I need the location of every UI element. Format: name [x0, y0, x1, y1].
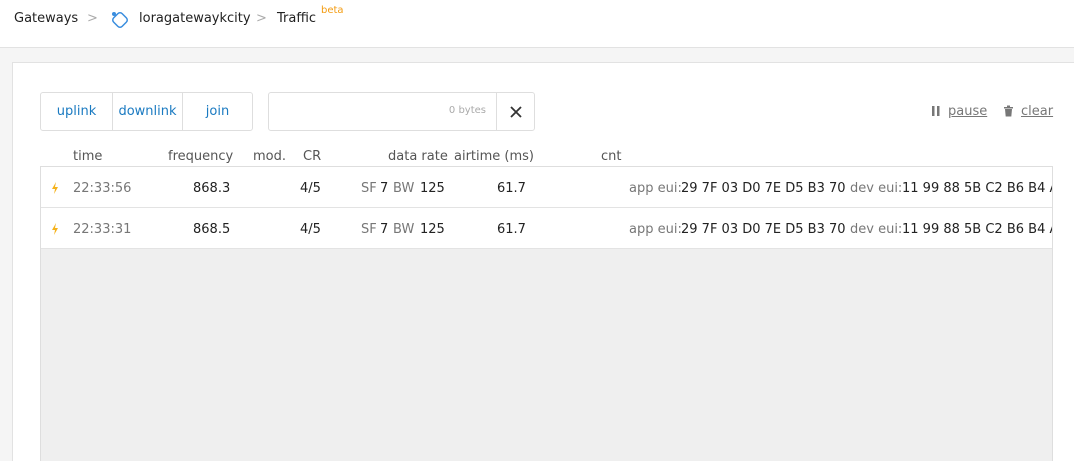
pause-icon[interactable]	[931, 105, 941, 117]
chevron-right-icon: >	[87, 11, 98, 26]
row-sf: 7	[380, 222, 389, 237]
row-bw: 125	[420, 222, 445, 237]
lightning-icon	[52, 223, 58, 235]
row-sf-label: SF	[361, 181, 377, 196]
row-dev-eui-label: dev eui:	[850, 222, 903, 237]
gateway-icon	[112, 12, 128, 28]
row-app-eui-label: app eui:	[629, 181, 682, 196]
lightning-icon	[52, 182, 58, 194]
close-icon	[509, 105, 522, 118]
pause-button[interactable]: pause	[948, 104, 987, 119]
row-bw: 125	[420, 181, 445, 196]
filter-downlink-button[interactable]: downlink	[113, 93, 183, 130]
traffic-row[interactable]: 22:33:56 868.3 4/5 SF 7 BW 125 61.7 app …	[41, 167, 1052, 208]
clear-filter-button[interactable]	[496, 93, 534, 130]
row-airtime: 61.7	[497, 222, 526, 237]
clear-button[interactable]: clear	[1021, 104, 1053, 119]
row-cr: 4/5	[300, 181, 321, 196]
row-time: 22:33:56	[73, 181, 132, 196]
payload-filter-input[interactable]: 0 bytes	[268, 92, 535, 131]
row-app-eui: 29 7F 03 D0 7E D5 B3 70	[681, 181, 846, 196]
column-header-time: time	[73, 149, 103, 164]
row-dev-eui-label: dev eui:	[850, 181, 903, 196]
breadcrumb-traffic: Traffic	[277, 11, 317, 26]
row-time: 22:33:31	[73, 222, 132, 237]
column-header-frequency: frequency	[168, 149, 234, 164]
row-cr: 4/5	[300, 222, 321, 237]
traffic-table: 22:33:56 868.3 4/5 SF 7 BW 125 61.7 app …	[40, 166, 1053, 461]
beta-badge: beta	[321, 5, 344, 16]
filter-uplink-button[interactable]: uplink	[41, 93, 113, 130]
breadcrumb-gateways[interactable]: Gateways	[14, 11, 78, 26]
row-app-eui-label: app eui:	[629, 222, 682, 237]
traffic-row[interactable]: 22:33:31 868.5 4/5 SF 7 BW 125 61.7 app …	[41, 208, 1052, 249]
row-airtime: 61.7	[497, 181, 526, 196]
filter-group: uplink downlink join	[40, 92, 253, 131]
column-header-cnt: cnt	[601, 149, 622, 164]
byte-count: 0 bytes	[448, 105, 486, 116]
column-header-cr: CR	[303, 149, 322, 164]
row-frequency: 868.5	[193, 222, 231, 237]
chevron-right-icon: >	[256, 11, 267, 26]
trash-icon[interactable]	[1003, 105, 1014, 117]
column-header-mod: mod.	[253, 149, 287, 164]
row-dev-eui: 11 99 88 5B C2 B6 B4 A1	[902, 222, 1053, 237]
column-header-data-rate: data rate	[388, 149, 448, 164]
row-frequency: 868.3	[193, 181, 231, 196]
breadcrumb-bar: Gateways > loragatewaykcity > Traffic be…	[0, 0, 1074, 48]
row-dev-eui: 11 99 88 5B C2 B6 B4 A1	[902, 181, 1053, 196]
row-sf-label: SF	[361, 222, 377, 237]
row-bw-label: BW	[393, 181, 415, 196]
row-sf: 7	[380, 181, 389, 196]
breadcrumb-gateway-id[interactable]: loragatewaykcity	[139, 11, 251, 26]
filter-join-button[interactable]: join	[183, 93, 252, 130]
row-bw-label: BW	[393, 222, 415, 237]
column-header-airtime: airtime (ms)	[454, 149, 535, 164]
row-app-eui: 29 7F 03 D0 7E D5 B3 70	[681, 222, 846, 237]
